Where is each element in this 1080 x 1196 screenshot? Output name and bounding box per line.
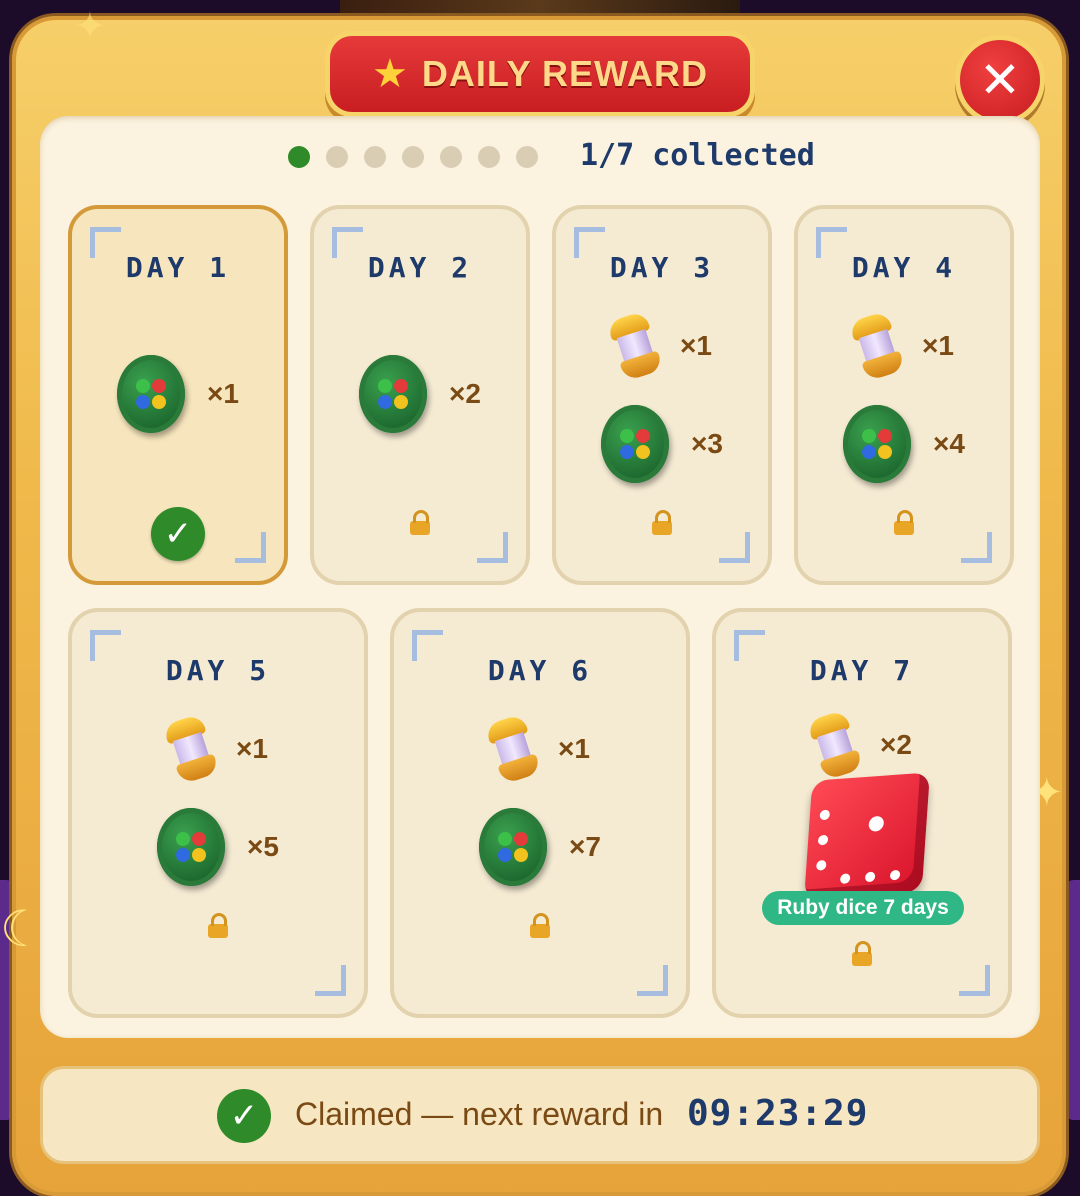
green-chip-coin-icon (601, 405, 670, 483)
progress-label: 1/7 collected (580, 138, 815, 173)
reward-quantity: ×7 (569, 831, 601, 862)
reward-quantity: ×1 (207, 378, 239, 409)
gold-capsule-icon (604, 309, 667, 382)
lock-icon (72, 912, 364, 943)
close-button[interactable]: ✕ (960, 40, 1040, 120)
card-corner (235, 532, 266, 563)
day-label: DAY 2 (367, 251, 473, 284)
dialog-title: DAILY REWARD (421, 53, 708, 94)
day-card-6[interactable]: DAY 6 ×1 ×7 (390, 608, 690, 1018)
day-card-7[interactable]: DAY 7 ×2 Ruby dice 7 days (712, 608, 1012, 1018)
day-label: DAY 7 (809, 654, 915, 687)
progress-dot-3 (364, 146, 386, 168)
progress-dot-1 (288, 146, 310, 168)
green-chip-coin-icon (479, 808, 548, 886)
green-chip-coin-icon (359, 355, 428, 433)
lock-icon (716, 940, 1008, 971)
background-right-panel (1064, 880, 1080, 1120)
lock-icon (394, 912, 686, 943)
progress-dot-7 (516, 146, 538, 168)
gold-capsule-icon (482, 712, 545, 785)
card-corner (637, 965, 668, 996)
lock-icon (314, 509, 526, 540)
reward-row: ×5 (72, 808, 364, 886)
ruby-dice-icon (804, 772, 930, 900)
reward-quantity: ×4 (933, 428, 965, 459)
green-chip-coin-icon (843, 405, 912, 483)
progress-dot-5 (440, 146, 462, 168)
reward-quantity: ×2 (449, 378, 481, 409)
reward-row: ×1 (72, 713, 364, 785)
progress-dots (288, 146, 538, 168)
day-label: DAY 3 (609, 251, 715, 284)
claimed-check-icon: ✓ (217, 1089, 271, 1143)
reward-quantity: ×5 (247, 831, 279, 862)
title-banner: ★ DAILY REWARD (330, 36, 750, 112)
day-card-1[interactable]: DAY 1 ×1 ✓ (68, 205, 288, 585)
day-card-4[interactable]: DAY 4 ×1 ×4 (794, 205, 1014, 585)
day-label: DAY 4 (851, 251, 957, 284)
green-chip-coin-icon (157, 808, 226, 886)
reward-row: ×3 (556, 405, 768, 483)
reward-quantity: ×3 (691, 428, 723, 459)
claimed-check-icon: ✓ (151, 507, 205, 561)
day-card-5[interactable]: DAY 5 ×1 ×5 (68, 608, 368, 1018)
gold-capsule-icon (804, 708, 867, 781)
sparkle-icon: ✦ (74, 4, 106, 48)
claim-status-bar: ✓ Claimed — next reward in 09:23:29 (40, 1066, 1040, 1164)
gold-capsule-icon (846, 309, 909, 382)
reward-row: ×4 (798, 405, 1010, 483)
reward-row: ×7 (394, 808, 686, 886)
day-label: DAY 6 (487, 654, 593, 687)
lock-icon (556, 509, 768, 540)
reward-quantity: ×1 (236, 733, 268, 764)
progress-dot-2 (326, 146, 348, 168)
gold-capsule-icon (160, 712, 223, 785)
day-label: DAY 5 (165, 654, 271, 687)
day-label: DAY 1 (125, 251, 231, 284)
lock-icon (798, 509, 1010, 540)
day-card-2[interactable]: DAY 2 ×2 (310, 205, 530, 585)
reward-quantity: ×1 (558, 733, 590, 764)
progress-dot-6 (478, 146, 500, 168)
reward-quantity: ×1 (680, 330, 712, 361)
ruby-dice-tag: Ruby dice 7 days (762, 891, 964, 925)
day-card-3[interactable]: DAY 3 ×1 ×3 (552, 205, 772, 585)
moon-icon: ☾ (0, 900, 45, 958)
reward-row: ×1 (72, 355, 284, 433)
star-icon: ★ (372, 51, 408, 97)
reward-row: ×1 (798, 310, 1010, 382)
card-corner (315, 965, 346, 996)
reward-row: ×1 (394, 713, 686, 785)
claim-status-text: Claimed — next reward in (295, 1096, 664, 1132)
progress-dot-4 (402, 146, 424, 168)
reward-quantity: ×2 (880, 729, 912, 760)
reward-row: ×2 (314, 355, 526, 433)
reward-quantity: ×1 (922, 330, 954, 361)
reward-row: ×1 (556, 310, 768, 382)
close-icon: ✕ (979, 51, 1021, 109)
green-chip-coin-icon (117, 355, 186, 433)
next-reward-timer: 09:23:29 (687, 1093, 869, 1134)
reward-row: ×2 (716, 709, 1008, 781)
